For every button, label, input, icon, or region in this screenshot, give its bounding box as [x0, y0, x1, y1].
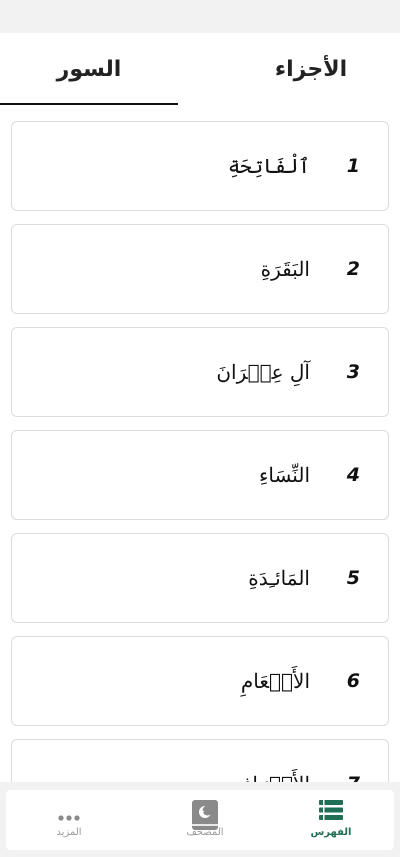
surah-number: 4: [346, 464, 360, 486]
tab-ajza[interactable]: الأجزاء: [222, 33, 400, 105]
tab-bar: السور الأجزاء: [0, 33, 400, 105]
more-dots-icon: [58, 806, 80, 825]
surah-number: 3: [346, 361, 360, 383]
surah-number: 6: [346, 670, 360, 692]
surah-name: البَقَرَةِ: [260, 257, 310, 281]
nav-index[interactable]: الفهرس: [276, 790, 386, 850]
nav-more-label: المزيد: [56, 827, 82, 838]
surah-item[interactable]: 1 ٱلْفَاتِحَةِ: [11, 121, 389, 211]
surah-item[interactable]: 6 الأَنۡعَامِ: [11, 636, 389, 726]
nav-more[interactable]: المزيد: [14, 790, 124, 850]
bottom-navigation-panel: الفهرس المصحف المزيد: [6, 790, 394, 850]
surah-list: 1 ٱلْفَاتِحَةِ 2 البَقَرَةِ 3 آلِ عِمۡرَ…: [11, 121, 389, 842]
surah-item[interactable]: 5 المَائـِدَةِ: [11, 533, 389, 623]
surah-number: 5: [346, 567, 360, 589]
surah-name: المَائـِدَةِ: [248, 566, 310, 590]
surah-name: النِّسَاءِ: [258, 463, 310, 487]
tab-ajza-label: الأجزاء: [274, 56, 348, 82]
tab-suwar[interactable]: السور: [0, 33, 178, 105]
status-bar: [0, 0, 400, 33]
nav-mushaf[interactable]: المصحف: [150, 790, 260, 850]
surah-item[interactable]: 4 النِّسَاءِ: [11, 430, 389, 520]
nav-index-label: الفهرس: [310, 827, 352, 838]
bottom-navigation: الفهرس المصحف المزيد: [0, 782, 400, 857]
surah-item[interactable]: 2 البَقَرَةِ: [11, 224, 389, 314]
surah-number: 1: [346, 155, 360, 177]
active-tab-indicator: [0, 103, 178, 105]
surah-name: الأَنۡعَامِ: [240, 669, 310, 693]
list-icon: [319, 800, 343, 824]
surah-number: 2: [346, 258, 360, 280]
surah-name: ٱلْفَاتِحَةِ: [227, 154, 310, 178]
surah-name: آلِ عِمۡرَانَ: [216, 360, 310, 384]
surah-item[interactable]: 3 آلِ عِمۡرَانَ: [11, 327, 389, 417]
nav-mushaf-label: المصحف: [186, 827, 224, 838]
tab-suwar-label: السور: [56, 56, 122, 82]
